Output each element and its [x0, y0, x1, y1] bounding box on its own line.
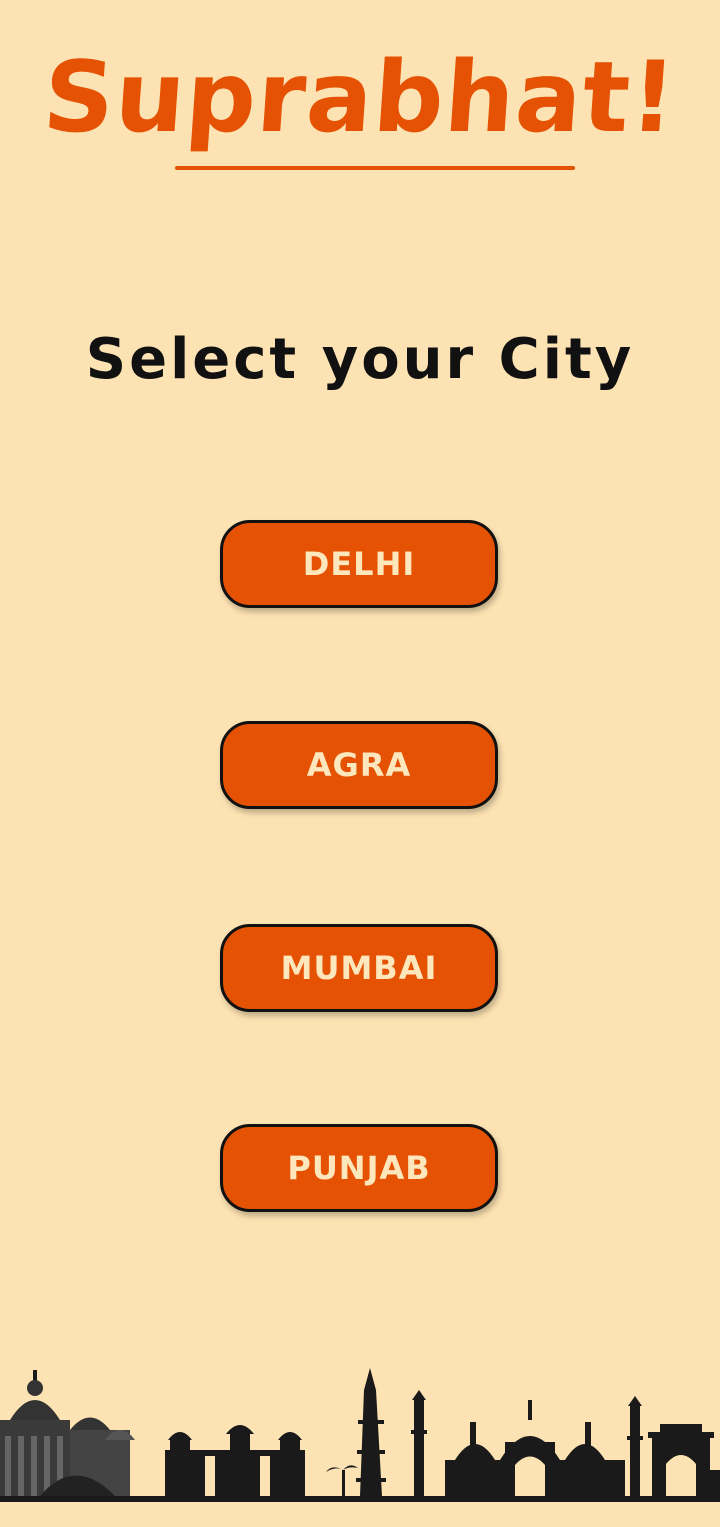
title-underline	[175, 166, 575, 170]
monuments-skyline-illustration	[0, 1368, 720, 1502]
city-button-punjab[interactable]: PUNJAB	[220, 1124, 498, 1212]
qutub-minar-silhouette	[356, 1368, 386, 1496]
city-button-mumbai[interactable]: MUMBAI	[220, 924, 498, 1012]
india-gate-silhouette	[648, 1424, 720, 1496]
palace-left-silhouette	[0, 1370, 135, 1496]
jama-masjid-silhouette	[445, 1400, 625, 1496]
minaret-right-silhouette	[627, 1396, 643, 1496]
app-title: Suprabhat!	[39, 41, 681, 155]
select-city-heading: Select your City	[85, 327, 635, 392]
palm-tree-silhouette	[326, 1465, 358, 1496]
city-button-delhi[interactable]: DELHI	[220, 520, 498, 608]
red-fort-silhouette	[165, 1425, 305, 1496]
minaret-left-silhouette	[411, 1390, 427, 1496]
city-button-agra[interactable]: AGRA	[220, 721, 498, 809]
